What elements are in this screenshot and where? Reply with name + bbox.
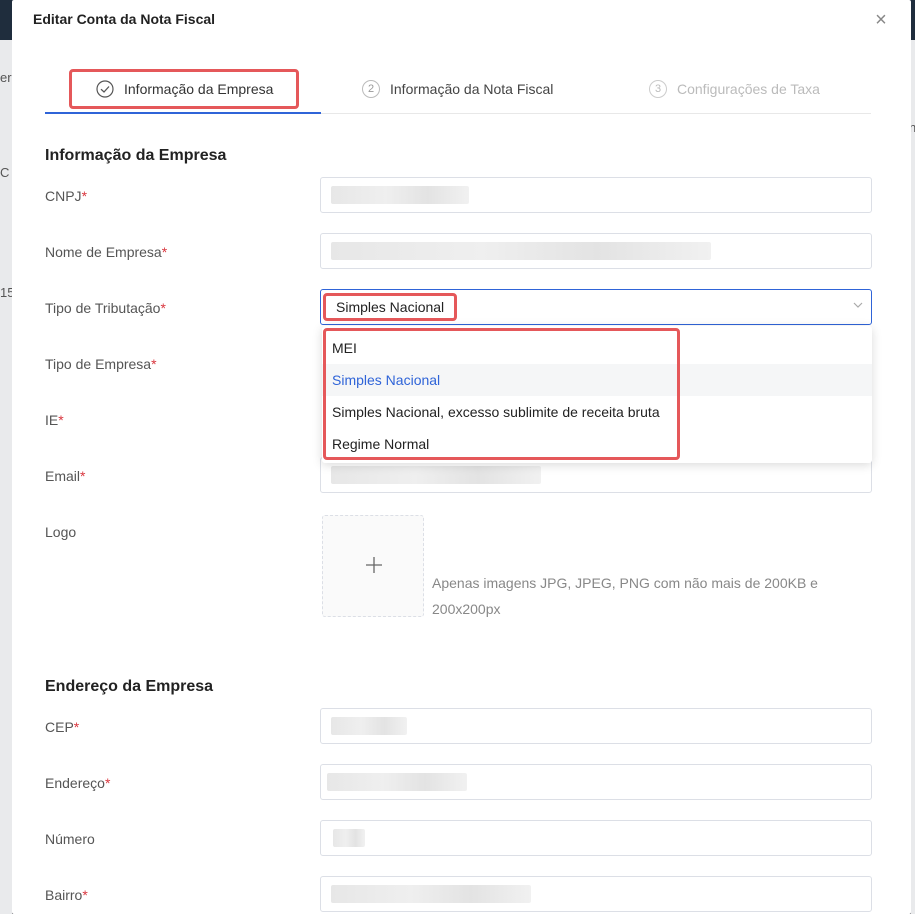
step-tax-settings[interactable]: 3 Configurações de Taxa [649, 66, 820, 112]
district-input[interactable] [320, 876, 872, 912]
dropdown-option[interactable]: Simples Nacional, excesso sublimite de r… [322, 396, 872, 428]
required-mark: * [80, 468, 86, 484]
section-title-address: Endereço da Empresa [45, 678, 214, 695]
tax-regime-selected-value: Simples Nacional [323, 293, 458, 321]
logo-upload[interactable] [322, 515, 424, 617]
modal-title: Editar Conta da Nota Fiscal [33, 11, 216, 27]
check-circle-icon [96, 80, 114, 98]
edit-account-modal: Editar Conta da Nota Fiscal × Informação… [12, 0, 911, 914]
required-mark: * [104, 775, 111, 791]
chevron-down-icon [853, 302, 863, 308]
cnpj-input[interactable] [320, 177, 872, 213]
dropdown-option-selected[interactable]: Simples Nacional [322, 364, 872, 396]
stepper: Informação da Empresa 2 Informação da No… [45, 66, 871, 114]
required-mark: * [58, 412, 64, 428]
dropdown-option[interactable]: Regime Normal [322, 428, 872, 460]
number-input[interactable] [320, 820, 872, 856]
company-name-input[interactable] [320, 233, 872, 269]
cep-label: CEP* [45, 719, 80, 735]
company-name-label: Nome de Empresa* [45, 244, 168, 260]
step-company-info[interactable]: Informação da Empresa [69, 69, 299, 109]
plus-icon [366, 557, 382, 573]
company-type-label: Tipo de Empresa* [45, 356, 157, 372]
tax-regime-label: Tipo de Tributação* [45, 300, 166, 316]
email-label: Email* [45, 468, 86, 484]
address-input[interactable] [320, 764, 872, 800]
section-title-company: Informação da Empresa [45, 147, 227, 164]
step-label: Configurações de Taxa [677, 81, 820, 97]
required-mark: * [161, 244, 168, 260]
step-label: Informação da Nota Fiscal [390, 81, 554, 97]
required-mark: * [151, 356, 157, 372]
step-number: 3 [649, 80, 667, 98]
step-invoice-info[interactable]: 2 Informação da Nota Fiscal [362, 66, 553, 112]
logo-hint: Apenas imagens JPG, JPEG, PNG com não ma… [432, 575, 818, 617]
address-label: Endereço* [45, 775, 111, 791]
backdrop-right [911, 40, 915, 914]
tax-regime-select[interactable]: Simples Nacional [320, 289, 872, 325]
cnpj-label: CNPJ* [45, 188, 88, 204]
backdrop-text: C [0, 165, 10, 180]
cep-input[interactable] [320, 708, 872, 744]
backdrop-text: er [0, 70, 12, 85]
step-label: Informação da Empresa [124, 81, 274, 97]
number-label: Número [45, 831, 95, 847]
tax-regime-dropdown: MEI Simples Nacional Simples Nacional, e… [322, 326, 872, 463]
required-mark: * [82, 887, 88, 903]
required-mark: * [81, 188, 88, 204]
required-mark: * [160, 300, 166, 316]
district-label: Bairro* [45, 887, 88, 903]
required-mark: * [73, 719, 80, 735]
close-icon[interactable]: × [871, 10, 891, 30]
dropdown-option[interactable]: MEI [322, 332, 872, 364]
active-step-underline [45, 112, 321, 114]
logo-label: Logo [45, 524, 77, 540]
ie-label: IE* [45, 412, 64, 428]
step-number: 2 [362, 80, 380, 98]
